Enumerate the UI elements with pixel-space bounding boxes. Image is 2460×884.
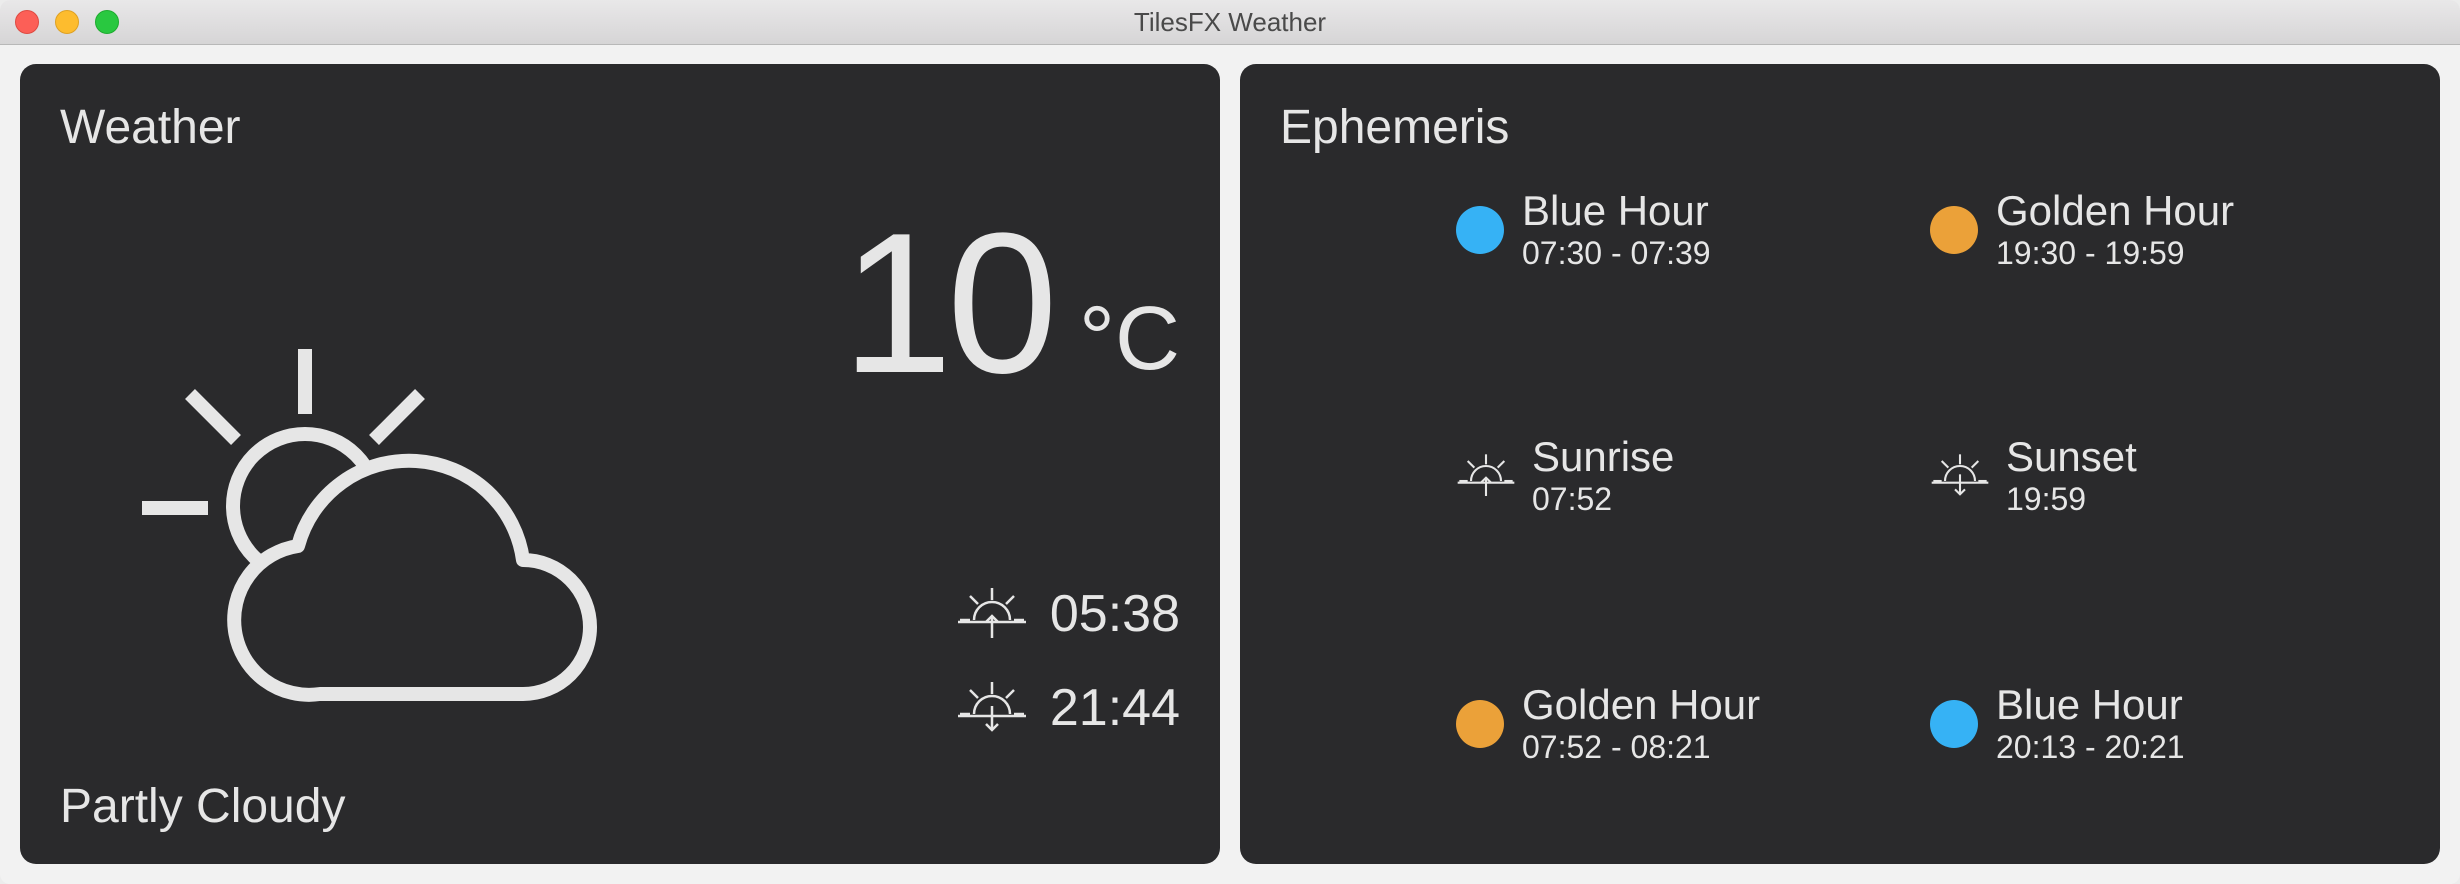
app-window: TilesFX Weather Weather 10 °C 05:38 21:4…: [0, 0, 2460, 884]
weather-condition: Partly Cloudy: [60, 780, 346, 833]
sunset-row: 21:44: [956, 678, 1180, 738]
sunset-icon: [957, 682, 1026, 732]
ephemeris-item-label: Blue Hour: [1996, 681, 2183, 728]
ephemeris-item-value: 19:30 - 19:59: [1996, 235, 2185, 271]
golden-hour-dot-icon: [1930, 206, 1978, 254]
ephemeris-item-label: Golden Hour: [1522, 681, 1761, 728]
ephemeris-item-blue-hour-morning: Blue Hour 07:30 - 07:39: [1456, 188, 1711, 272]
blue-hour-dot-icon: [1930, 700, 1978, 748]
ephemeris-tile-title: Ephemeris: [1280, 101, 1510, 154]
golden-hour-dot-icon: [1456, 700, 1504, 748]
ephemeris-item-value: 20:13 - 20:21: [1996, 729, 2185, 765]
sunset-time: 21:44: [1049, 679, 1180, 737]
ephemeris-item-golden-hour-evening: Golden Hour 19:30 - 19:59: [1930, 188, 2234, 272]
ephemeris-item-blue-hour-evening: Blue Hour 20:13 - 20:21: [1930, 682, 2185, 766]
weather-tile-title: Weather: [60, 101, 241, 154]
temperature-unit: °C: [1079, 289, 1180, 389]
ephemeris-item-value: 19:59: [2006, 481, 2087, 517]
partly-cloudy-icon: [142, 349, 597, 702]
ephemeris-item-sunrise: Sunrise 07:52: [1456, 434, 1674, 518]
ephemeris-item-value: 07:52: [1532, 481, 1613, 517]
sunrise-icon: [957, 588, 1026, 638]
ephemeris-item-label: Golden Hour: [1996, 187, 2235, 234]
sunset-icon: [1931, 454, 1989, 496]
sunrise-time: 05:38: [1049, 585, 1180, 643]
weather-tile: Weather 10 °C 05:38 21:44 Partly Cloudy: [20, 64, 1220, 864]
blue-hour-dot-icon: [1456, 206, 1504, 254]
ephemeris-tile: Ephemeris Blue Hour 07:30 - 07:39 Golden…: [1240, 64, 2440, 864]
window-title: TilesFX Weather: [1133, 7, 1327, 37]
ephemeris-item-sunset: Sunset 19:59: [1930, 434, 2137, 518]
ephemeris-item-label: Sunrise: [1532, 433, 1675, 480]
ephemeris-item-label: Sunset: [2006, 433, 2137, 480]
sunrise-icon: [1457, 454, 1515, 496]
ephemeris-item-value: 07:30 - 07:39: [1522, 235, 1711, 271]
temperature-value: 10: [841, 192, 1058, 415]
ephemeris-item-golden-hour-morning: Golden Hour 07:52 - 08:21: [1456, 682, 1760, 766]
sunrise-row: 05:38: [956, 584, 1180, 644]
ephemeris-item-value: 07:52 - 08:21: [1522, 729, 1711, 765]
title-bar[interactable]: TilesFX Weather: [0, 0, 2460, 45]
ephemeris-item-label: Blue Hour: [1522, 187, 1709, 234]
